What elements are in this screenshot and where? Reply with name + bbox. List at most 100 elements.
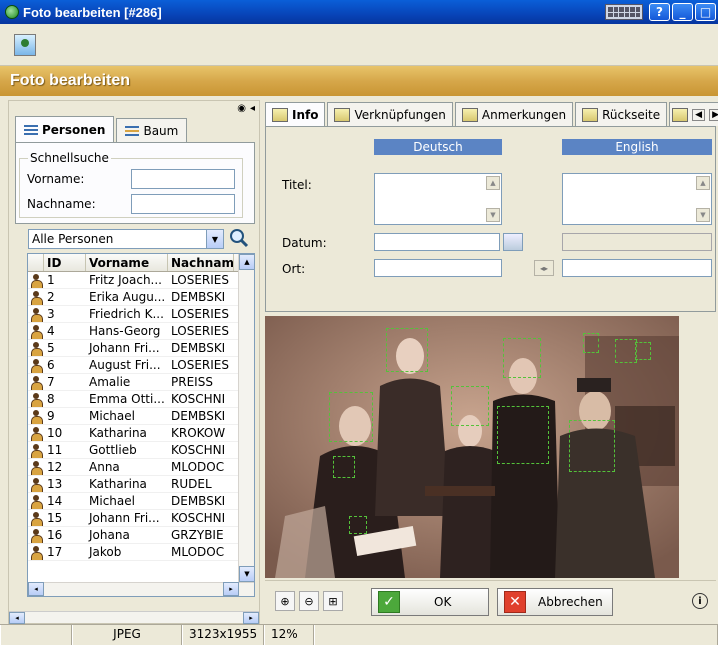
- table-row[interactable]: 10 Katharina KROKOW: [28, 425, 254, 442]
- table-horizontal-scrollbar[interactable]: ◂ ▸: [28, 582, 254, 596]
- info-icon[interactable]: i: [692, 593, 708, 609]
- calendar-icon[interactable]: [503, 233, 523, 251]
- person-icon: [28, 442, 44, 458]
- photo-viewer[interactable]: [265, 316, 716, 578]
- table-row[interactable]: 13 Katharina RUDEL: [28, 476, 254, 493]
- tab-baum[interactable]: Baum: [116, 118, 188, 142]
- person-icon: [28, 510, 44, 526]
- table-row[interactable]: 9 Michael DEMBSKI: [28, 408, 254, 425]
- zoom-in-icon[interactable]: ⊕: [275, 591, 295, 611]
- person-icon: [28, 323, 44, 339]
- row-id: 15: [47, 511, 63, 525]
- tab-anmerkungen[interactable]: Anmerkungen: [454, 102, 574, 126]
- tab-scroll-left-icon[interactable]: ◀: [692, 108, 706, 121]
- status-filler: [314, 625, 718, 645]
- tab-info[interactable]: Info: [265, 102, 326, 126]
- minimize-button[interactable]: _: [672, 3, 693, 21]
- table-body: 1 Fritz Joach... LOSERIES 2 Erika Augu... DEM…: [28, 272, 254, 561]
- title-en-textarea[interactable]: ▲ ▼: [562, 173, 712, 225]
- scroll-left-icon[interactable]: ◂: [28, 582, 44, 596]
- scroll-up-icon[interactable]: ▲: [239, 254, 254, 270]
- face-box[interactable]: [386, 328, 428, 372]
- tab-rueckseite[interactable]: Rückseite: [575, 102, 668, 126]
- face-box[interactable]: [615, 339, 637, 363]
- table-row[interactable]: 17 Jakob MLODOC: [28, 544, 254, 561]
- table-row[interactable]: 4 Hans-Georg LOSERIES: [28, 323, 254, 340]
- panel-horizontal-scrollbar[interactable]: ◂ ▸: [9, 611, 259, 624]
- table-row[interactable]: 16 Johana GRZYBIE: [28, 527, 254, 544]
- scroll-down-icon[interactable]: ▼: [696, 208, 710, 222]
- table-row[interactable]: 12 Anna MLODOC: [28, 459, 254, 476]
- collapse-left-icon[interactable]: ◂: [250, 103, 255, 114]
- ok-button[interactable]: ✓ OK: [371, 588, 489, 616]
- table-row[interactable]: 1 Fritz Joach... LOSERIES: [28, 272, 254, 289]
- panel-scroll-right-icon[interactable]: ▸: [243, 612, 259, 624]
- face-box[interactable]: [583, 333, 599, 353]
- place-de-input[interactable]: [374, 259, 502, 277]
- table-row[interactable]: 15 Johann Fri... KOSCHNI: [28, 510, 254, 527]
- maximize-button[interactable]: □: [695, 3, 716, 21]
- keyboard-icon[interactable]: [605, 4, 643, 20]
- photo-person-icon[interactable]: [14, 34, 36, 56]
- face-box[interactable]: [569, 420, 615, 472]
- window-titlebar: Foto bearbeiten [#286] ? _ □: [0, 0, 718, 24]
- title-de-textarea[interactable]: ▲ ▼: [374, 173, 502, 225]
- action-bar: ⊕ ⊖ ⊞ ✓ OK ✕ Abbrechen i: [265, 580, 716, 620]
- notes-icon: [461, 107, 478, 122]
- copy-translate-icon[interactable]: ◂▸: [534, 260, 554, 276]
- scroll-down-icon[interactable]: ▼: [486, 208, 500, 222]
- table-row[interactable]: 11 Gottlieb KOSCHNI: [28, 442, 254, 459]
- tab-scroll-right-icon[interactable]: ▶: [709, 108, 718, 121]
- check-icon: ✓: [378, 591, 400, 613]
- table-vertical-scrollbar[interactable]: ▲ ▼: [238, 254, 254, 596]
- person-icon: [28, 357, 44, 373]
- table-row[interactable]: 5 Johann Fri... DEMBSKI: [28, 340, 254, 357]
- row-first-name: Michael: [89, 494, 135, 508]
- row-first-name: Michael: [89, 409, 135, 423]
- face-box[interactable]: [349, 516, 367, 534]
- scroll-right-icon[interactable]: ▸: [223, 582, 239, 596]
- fit-to-window-icon[interactable]: ⊞: [323, 591, 343, 611]
- scroll-down-icon[interactable]: ▼: [239, 566, 254, 582]
- help-button[interactable]: ?: [649, 3, 670, 21]
- chevron-down-icon[interactable]: ▼: [206, 230, 223, 248]
- tab-anmerkungen-label: Anmerkungen: [481, 107, 567, 122]
- tab-verknuepfungen[interactable]: Verknüpfungen: [327, 102, 453, 126]
- table-row[interactable]: 2 Erika Augu... DEMBSKI: [28, 289, 254, 306]
- column-header-icon[interactable]: [28, 254, 44, 271]
- search-icon[interactable]: [228, 227, 250, 249]
- last-name-input[interactable]: [131, 194, 235, 214]
- zoom-out-icon[interactable]: ⊖: [299, 591, 319, 611]
- face-box[interactable]: [635, 342, 651, 360]
- tab-verknuepfungen-label: Verknüpfungen: [354, 107, 446, 122]
- pin-icon[interactable]: ◉: [237, 103, 246, 114]
- persons-table: ID Vorname Nachname 1 Fritz Joach... LOSER…: [27, 253, 255, 597]
- date-input[interactable]: [374, 233, 500, 251]
- face-box[interactable]: [329, 392, 373, 442]
- person-filter-select[interactable]: Alle Personen ▼: [28, 229, 224, 249]
- face-box[interactable]: [503, 338, 541, 378]
- column-header-first-name[interactable]: Vorname: [86, 254, 168, 271]
- scroll-up-icon[interactable]: ▲: [696, 176, 710, 190]
- tab-personen[interactable]: Personen: [15, 116, 115, 142]
- column-header-id[interactable]: ID: [44, 254, 86, 271]
- column-header-last-name[interactable]: Nachname: [168, 254, 234, 271]
- cancel-button[interactable]: ✕ Abbrechen: [497, 588, 613, 616]
- place-en-input[interactable]: [562, 259, 712, 277]
- face-box[interactable]: [451, 386, 489, 426]
- table-row[interactable]: 8 Emma Otti... KOSCHNI: [28, 391, 254, 408]
- scroll-up-icon[interactable]: ▲: [486, 176, 500, 190]
- panel-scroll-left-icon[interactable]: ◂: [9, 612, 25, 624]
- ok-button-label: OK: [434, 595, 452, 609]
- tab-more[interactable]: ◀ ▶: [669, 102, 718, 126]
- face-box[interactable]: [333, 456, 355, 478]
- table-row[interactable]: 7 Amalie PREISS: [28, 374, 254, 391]
- table-row[interactable]: 6 August Fri... LOSERIES: [28, 357, 254, 374]
- table-row[interactable]: 3 Friedrich K... LOSERIES: [28, 306, 254, 323]
- table-row[interactable]: 14 Michael DEMBSKI: [28, 493, 254, 510]
- first-name-input[interactable]: [131, 169, 235, 189]
- status-format: JPEG: [72, 625, 182, 645]
- face-box[interactable]: [497, 406, 549, 464]
- person-icon: [28, 493, 44, 509]
- row-first-name: Amalie: [89, 375, 131, 389]
